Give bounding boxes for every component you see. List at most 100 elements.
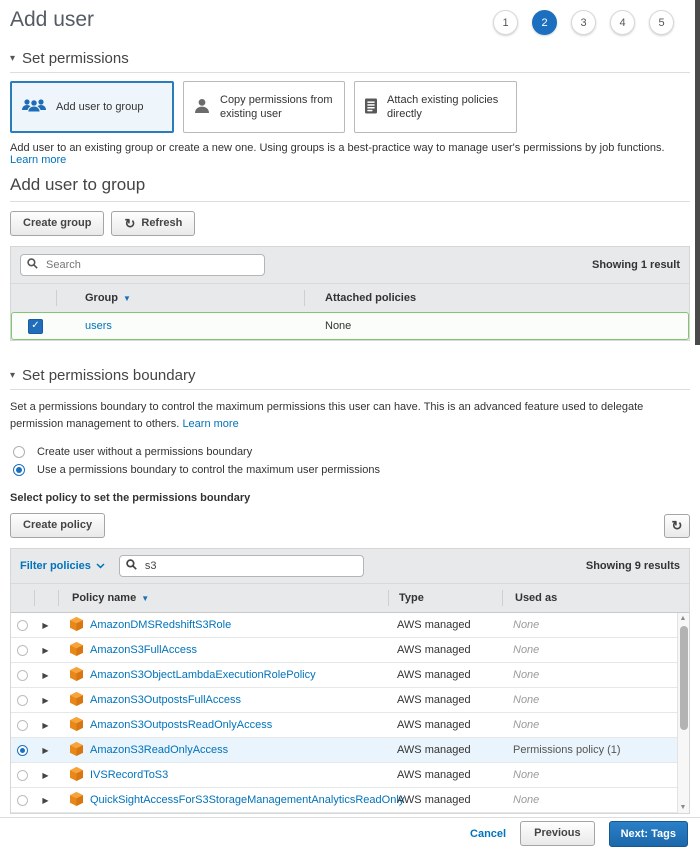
group-checkbox-checked[interactable]: ✓ [28,319,43,334]
policy-type: AWS managed [387,769,501,781]
create-policy-button[interactable]: Create policy [10,513,105,538]
radio-option-without-boundary[interactable]: Create user without a permissions bounda… [10,445,690,459]
expand-caret-icon[interactable]: ▶ [42,621,48,630]
policy-used-as: None [501,619,689,631]
policy-name-link[interactable]: AmazonS3OutpostsReadOnlyAccess [90,719,272,731]
policy-name-link[interactable]: AmazonS3ObjectLambdaExecutionRolePolicy [90,669,316,681]
policy-cube-icon [70,692,83,709]
policy-cube-icon [70,642,83,659]
policy-radio[interactable] [17,770,28,781]
expand-caret-icon[interactable]: ▶ [42,796,48,805]
policy-list-scrollbar[interactable]: ▲ ▼ [677,613,689,813]
scroll-down-icon[interactable]: ▼ [678,804,688,811]
group-row-users[interactable]: ✓ users None [11,312,689,340]
policy-radio[interactable] [17,720,28,731]
policy-type: AWS managed [387,619,501,631]
policy-table-panel: Filter policies Showing 9 results [10,548,690,814]
policy-row[interactable]: ▶ AmazonS3OutpostsFullAccess AWS managed… [11,688,689,713]
policy-name-link[interactable]: AmazonDMSRedshiftS3Role [90,619,231,631]
policy-cube-icon [70,767,83,784]
group-name-link[interactable]: users [85,320,112,332]
expand-caret-icon[interactable]: ▶ [42,771,48,780]
radio-option-use-boundary[interactable]: Use a permissions boundary to control th… [10,463,690,477]
group-attached-cell: None [305,320,688,332]
check-icon: ✓ [31,320,39,331]
policy-type: AWS managed [387,744,501,756]
collapse-triangle-icon: ▾ [10,54,15,64]
next-tags-button[interactable]: Next: Tags [609,821,688,847]
create-group-button[interactable]: Create group [10,211,104,236]
group-search-input[interactable] [44,258,258,272]
policy-used-as: None [501,719,689,731]
policy-used-as: None [501,694,689,706]
policy-row[interactable]: ▶ QuickSightAccessForS3StorageManagement… [11,788,689,813]
policy-search-box[interactable] [119,555,364,577]
policy-radio-column [11,590,35,606]
step-5[interactable]: 5 [649,10,674,35]
card-add-user-to-group[interactable]: Add user to group [10,81,174,133]
step-2-active[interactable]: 2 [532,10,557,35]
radio-unselected-icon[interactable] [13,446,25,458]
card-attach-policies[interactable]: Attach existing policies directly [354,81,517,133]
refresh-policies-button[interactable]: ↻ [664,514,690,538]
filter-policies-dropdown[interactable]: Filter policies [20,560,105,572]
collapse-triangle-icon: ▾ [10,371,15,381]
type-column-label: Type [399,592,424,604]
group-search-box[interactable] [20,254,265,276]
policy-type: AWS managed [387,694,501,706]
policy-row[interactable]: ▶ AmazonS3FullAccess AWS managed None [11,638,689,663]
policy-name-link[interactable]: AmazonS3ReadOnlyAccess [90,744,228,756]
page-header: Add user 1 2 3 4 5 [10,0,690,35]
policy-name-link[interactable]: AmazonS3FullAccess [90,644,197,656]
expand-caret-icon[interactable]: ▶ [42,746,48,755]
policy-name-link[interactable]: AmazonS3OutpostsFullAccess [90,694,241,706]
expand-caret-icon[interactable]: ▶ [42,671,48,680]
cancel-link[interactable]: Cancel [470,828,506,840]
filter-policies-label: Filter policies [20,560,91,572]
policy-radio[interactable] [17,695,28,706]
previous-button[interactable]: Previous [520,821,594,846]
expand-caret-icon[interactable]: ▶ [42,721,48,730]
scroll-up-icon[interactable]: ▲ [678,615,688,622]
policy-row-selected[interactable]: ▶ AmazonS3ReadOnlyAccess AWS managed Per… [11,738,689,763]
page-scrollbar[interactable] [695,0,700,345]
expand-caret-icon[interactable]: ▶ [42,646,48,655]
step-4[interactable]: 4 [610,10,635,35]
policy-row[interactable]: ▶ AmazonDMSRedshiftS3Role AWS managed No… [11,613,689,638]
policy-radio[interactable] [17,645,28,656]
radio-selected-icon[interactable] [13,464,25,476]
refresh-button[interactable]: ↻ Refresh [111,211,195,236]
set-permissions-section-header[interactable]: ▾ Set permissions [10,50,690,73]
policy-type: AWS managed [387,644,501,656]
policy-radio[interactable] [17,670,28,681]
policy-row[interactable]: ▶ AmazonS3ObjectLambdaExecutionRolePolic… [11,663,689,688]
group-checkbox-cell: ✓ [12,319,57,334]
step-1[interactable]: 1 [493,10,518,35]
policy-expand-column [35,590,59,606]
policy-row[interactable]: ▶ IVSRecordToS3 AWS managed None [11,763,689,788]
boundary-learn-more-link[interactable]: Learn more [182,418,238,430]
card-copy-permissions[interactable]: Copy permissions from existing user [183,81,345,133]
group-column-header[interactable]: Group ▼ [57,290,305,306]
policy-name-link[interactable]: IVSRecordToS3 [90,769,168,781]
learn-more-link[interactable]: Learn more [10,154,66,166]
policy-radio-selected[interactable] [17,745,28,756]
policy-table-header: Policy name ▼ Type Used as [11,583,689,612]
policy-name-link[interactable]: QuickSightAccessForS3StorageManagementAn… [90,794,404,806]
policy-row[interactable]: ▶ AmazonS3OutpostsReadOnlyAccess AWS man… [11,713,689,738]
policy-list: ▶ AmazonDMSRedshiftS3Role AWS managed No… [11,612,689,813]
policy-radio[interactable] [17,620,28,631]
policy-name-column-header[interactable]: Policy name ▼ [59,590,389,606]
policy-search-input[interactable] [143,559,357,573]
boundary-options: Create user without a permissions bounda… [10,445,690,477]
policy-radio[interactable] [17,795,28,806]
card-label: Add user to group [56,100,143,114]
step-3[interactable]: 3 [571,10,596,35]
permissions-boundary-section-header[interactable]: ▾ Set permissions boundary [10,367,690,390]
scrollbar-thumb[interactable] [680,626,688,730]
expand-caret-icon[interactable]: ▶ [42,696,48,705]
policy-actions: Create policy ↻ [10,513,690,538]
boundary-description-text: Set a permissions boundary to control th… [10,401,643,430]
sort-down-icon: ▼ [123,294,131,303]
policy-filter-bar: Filter policies Showing 9 results [11,549,689,583]
